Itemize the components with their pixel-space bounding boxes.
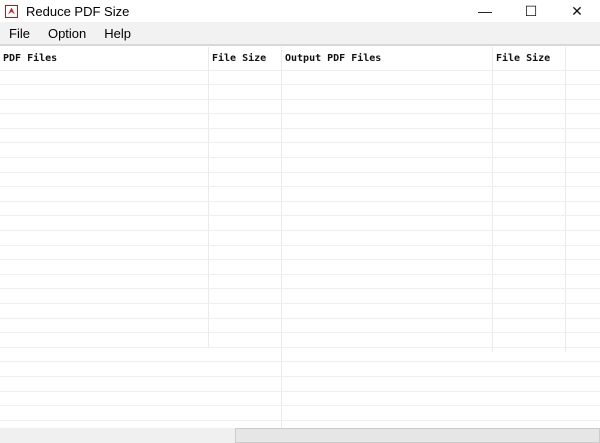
row-divider	[0, 84, 600, 85]
menu-help[interactable]: Help	[95, 26, 140, 41]
row-divider	[0, 303, 600, 304]
row-divider	[0, 128, 600, 129]
row-divider	[0, 391, 600, 392]
column-output-file-size[interactable]: File Size	[493, 47, 550, 71]
column-file-size[interactable]: File Size	[209, 47, 266, 71]
column-pdf-files[interactable]: PDF Files	[0, 47, 57, 71]
table-header: PDF Files File Size Output PDF Files Fil…	[0, 47, 600, 71]
window-title: Reduce PDF Size	[26, 3, 130, 19]
row-divider	[0, 157, 600, 158]
column-output-pdf-files[interactable]: Output PDF Files	[282, 47, 381, 71]
horizontal-scrollbar[interactable]	[235, 428, 600, 443]
row-divider	[0, 259, 600, 260]
row-divider	[0, 215, 600, 216]
row-divider	[0, 113, 600, 114]
row-divider	[0, 420, 600, 421]
column-divider	[208, 47, 209, 347]
row-divider	[0, 332, 600, 333]
title-bar: Reduce PDF Size — ☐ ✕	[0, 0, 600, 22]
close-button[interactable]: ✕	[554, 0, 600, 22]
menu-option[interactable]: Option	[39, 26, 95, 41]
file-list-table[interactable]: PDF Files File Size Output PDF Files Fil…	[0, 47, 600, 428]
row-divider	[0, 172, 600, 173]
row-divider	[0, 405, 600, 406]
maximize-button[interactable]: ☐	[508, 0, 554, 22]
row-divider	[0, 274, 600, 275]
pdf-app-icon	[5, 4, 18, 18]
column-divider	[281, 47, 282, 428]
status-bar	[0, 428, 235, 443]
row-divider	[0, 347, 600, 348]
minimize-button[interactable]: —	[462, 0, 508, 22]
row-divider	[0, 230, 600, 231]
row-divider	[0, 142, 600, 143]
row-divider	[0, 186, 600, 187]
row-divider	[0, 245, 600, 246]
column-divider	[565, 47, 566, 352]
row-divider	[0, 99, 600, 100]
row-divider	[0, 376, 600, 377]
row-divider	[0, 201, 600, 202]
menu-bar: File Option Help	[0, 22, 600, 46]
row-divider	[0, 361, 600, 362]
row-divider	[0, 318, 600, 319]
column-divider	[492, 47, 493, 352]
row-divider	[0, 288, 600, 289]
menu-file[interactable]: File	[0, 26, 39, 41]
